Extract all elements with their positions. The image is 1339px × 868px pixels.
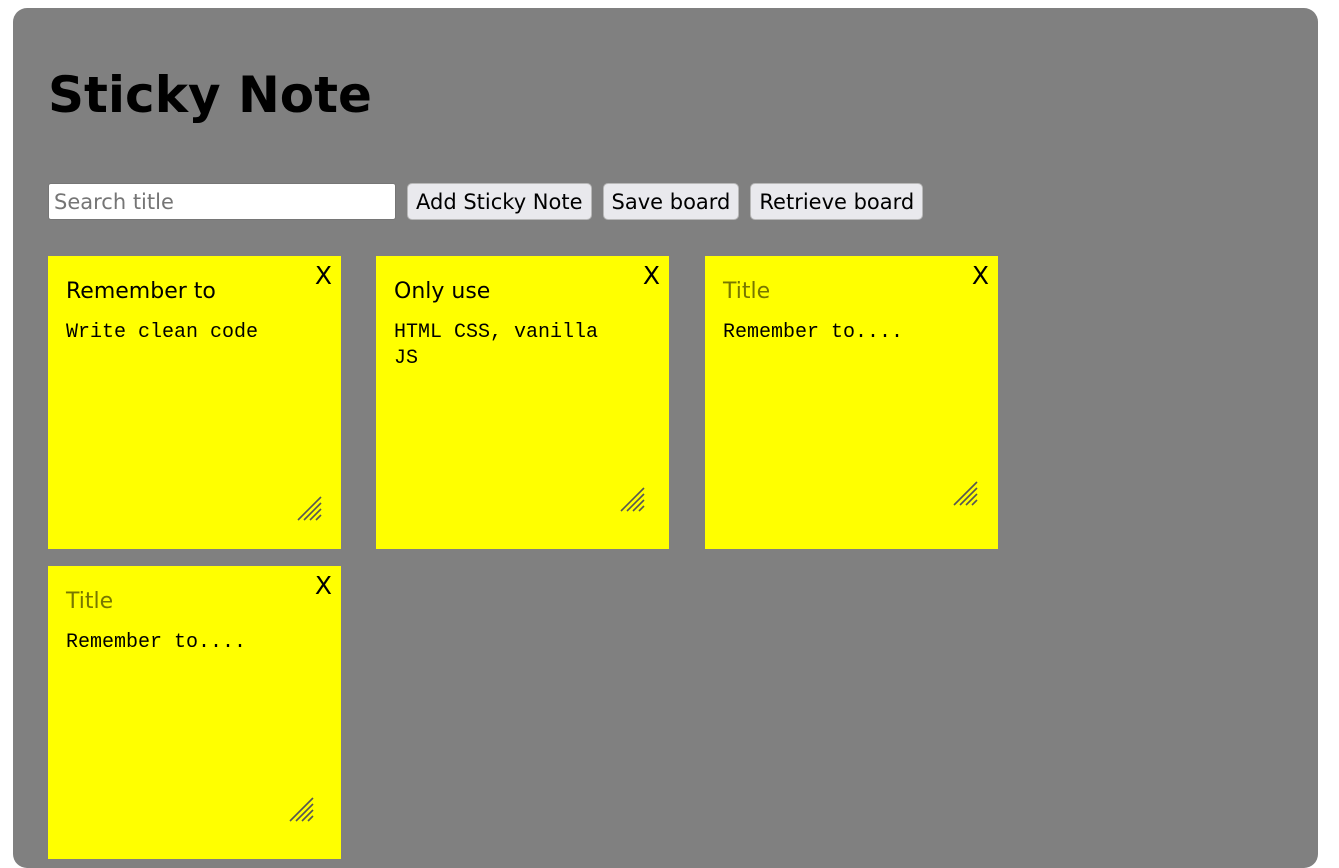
sticky-note[interactable]: X Title Remember to.... [705,256,998,549]
sticky-note[interactable]: X Title Remember to.... [48,566,341,859]
note-title-input[interactable]: Title [66,588,296,616]
note-title-input[interactable]: Remember to [66,278,296,306]
note-title-input[interactable]: Only use [394,278,624,306]
search-input[interactable] [48,183,396,220]
note-body-textarea[interactable]: HTML CSS, vanilla JS [394,320,649,372]
close-icon[interactable]: X [315,573,332,598]
resize-handle-icon[interactable] [287,795,315,823]
retrieve-board-button[interactable]: Retrieve board [750,183,924,220]
resize-handle-icon[interactable] [951,479,979,507]
resize-handle-icon[interactable] [618,485,646,513]
note-body-textarea[interactable]: Write clean code [66,320,321,346]
sticky-note[interactable]: X Remember to Write clean code [48,256,341,549]
sticky-board: Sticky Note Add Sticky Note Save board R… [13,8,1318,868]
toolbar: Add Sticky Note Save board Retrieve boar… [48,183,924,220]
save-board-button[interactable]: Save board [602,183,740,220]
sticky-note[interactable]: X Only use HTML CSS, vanilla JS [376,256,669,549]
close-icon[interactable]: X [315,263,332,288]
note-title-input[interactable]: Title [723,278,953,306]
close-icon[interactable]: X [643,263,660,288]
note-body-textarea[interactable]: Remember to.... [723,320,978,346]
add-sticky-note-button[interactable]: Add Sticky Note [407,183,592,220]
resize-handle-icon[interactable] [295,494,323,522]
page-title: Sticky Note [48,66,372,124]
close-icon[interactable]: X [972,263,989,288]
note-body-textarea[interactable]: Remember to.... [66,630,321,656]
